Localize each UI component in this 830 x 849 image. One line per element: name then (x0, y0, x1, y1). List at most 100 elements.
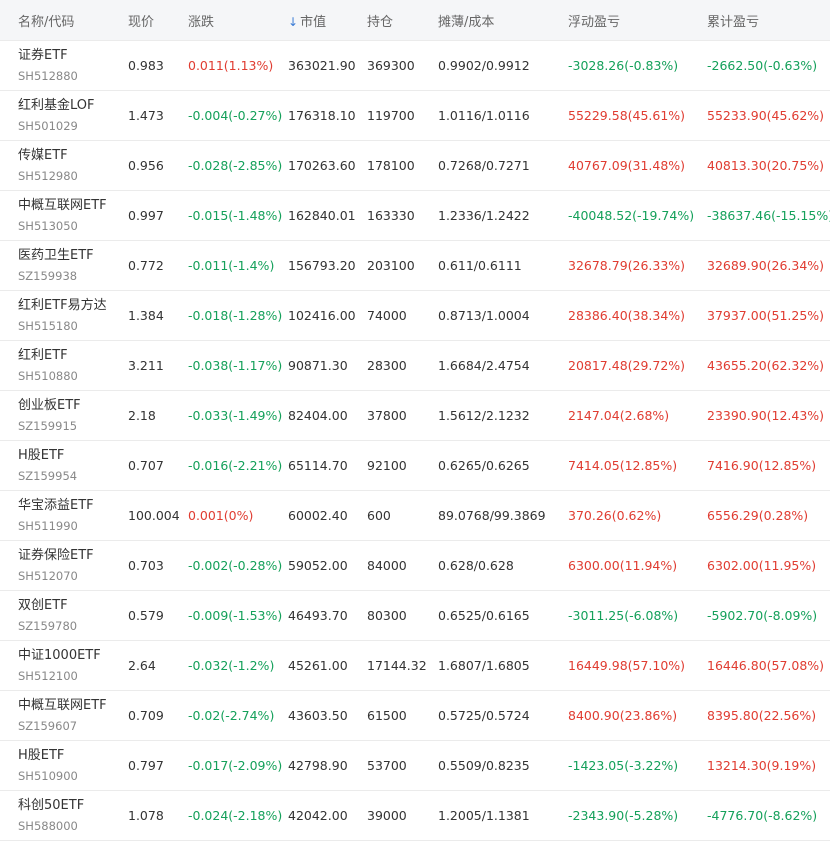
price-cell: 1.078 (128, 808, 164, 823)
table-row[interactable]: 中概互联网ETF SH513050 0.997 -0.015(-1.48%) 16284… (0, 191, 830, 241)
table-row[interactable]: H股ETF SZ159954 0.707 -0.016(-2.21%) 65114.70… (0, 441, 830, 491)
cost-cell: 0.8713/1.0004 (438, 308, 530, 323)
table-row[interactable]: 证券ETF SH512880 0.983 0.011(1.13%) 363021.90 3… (0, 41, 830, 91)
header-floating-pnl[interactable]: 浮动盈亏 (568, 11, 620, 30)
fund-name[interactable]: 华宝添益ETF (18, 497, 110, 515)
fund-name[interactable]: 中概互联网ETF (18, 197, 110, 215)
header-market-value[interactable]: ↓ 市值 (288, 11, 326, 30)
fund-code: SH501029 (18, 119, 78, 133)
name-code-cell: H股ETF SH510900 (0, 747, 110, 784)
header-cost[interactable]: 摊薄/成本 (438, 11, 494, 30)
header-price[interactable]: 现价 (128, 11, 188, 30)
floating-pnl-cell: 20817.48(29.72%) (568, 358, 686, 373)
fund-code: SH511990 (18, 519, 78, 533)
table-row[interactable]: 医药卫生ETF SZ159938 0.772 -0.011(-1.4%) 156793.… (0, 241, 830, 291)
name-code-cell: 红利ETF易方达 SH515180 (0, 297, 110, 334)
name-code-cell: 中概互联网ETF SZ159607 (0, 697, 110, 734)
table-row[interactable]: 传媒ETF SH512980 0.956 -0.028(-2.85%) 170263.6… (0, 141, 830, 191)
table-row[interactable]: 红利ETF SH510880 3.211 -0.038(-1.17%) 90871.30… (0, 341, 830, 391)
fund-name[interactable]: 双创ETF (18, 597, 110, 615)
fund-code: SH588000 (18, 819, 78, 833)
name-code-cell: H股ETF SZ159954 (0, 447, 110, 484)
cumulative-pnl-cell: -4776.70(-8.62%) (707, 808, 818, 823)
market-value-cell: 60002.40 (288, 508, 348, 523)
header-change[interactable]: 涨跌 (188, 11, 214, 30)
sort-down-arrow-icon: ↓ (288, 14, 299, 29)
position-cell: 600 (367, 508, 391, 523)
fund-name[interactable]: 传媒ETF (18, 147, 110, 165)
fund-name[interactable]: H股ETF (18, 447, 110, 465)
fund-name[interactable]: 中证1000ETF (18, 647, 110, 665)
floating-pnl-cell: -2343.90(-5.28%) (568, 808, 679, 823)
floating-pnl-cell: 55229.58(45.61%) (568, 108, 686, 123)
change-cell: -0.028(-2.85%) (188, 158, 283, 173)
table-row[interactable]: 创业板ETF SZ159915 2.18 -0.033(-1.49%) 82404.00… (0, 391, 830, 441)
table-row[interactable]: 红利ETF易方达 SH515180 1.384 -0.018(-1.28%) 10241… (0, 291, 830, 341)
header-name-code[interactable]: 名称/代码 (0, 11, 110, 30)
fund-code: SH513050 (18, 219, 78, 233)
holdings-table: 名称/代码 现价 涨跌 ↓ 市值 持仓 摊薄/成本 浮动盈亏 累计盈亏 证券ETF… (0, 0, 830, 841)
cumulative-pnl-cell: 23390.90(12.43%) (707, 408, 825, 423)
cumulative-pnl-cell: 55233.90(45.62%) (707, 108, 825, 123)
cumulative-pnl-cell: -2662.50(-0.63%) (707, 58, 818, 73)
fund-name[interactable]: 红利ETF (18, 347, 110, 365)
fund-name[interactable]: 科创50ETF (18, 797, 110, 815)
cost-cell: 1.6684/2.4754 (438, 358, 530, 373)
cost-cell: 0.5725/0.5724 (438, 708, 530, 723)
cumulative-pnl-cell: 43655.20(62.32%) (707, 358, 825, 373)
floating-pnl-cell: -3011.25(-6.08%) (568, 608, 679, 623)
fund-name[interactable]: 证券ETF (18, 47, 110, 65)
cost-cell: 0.6265/0.6265 (438, 458, 530, 473)
fund-code: SH512100 (18, 669, 78, 683)
name-code-cell: 证券ETF SH512880 (0, 47, 110, 84)
price-cell: 2.18 (128, 408, 156, 423)
cost-cell: 0.6525/0.6165 (438, 608, 530, 623)
cumulative-pnl-cell: 8395.80(22.56%) (707, 708, 817, 723)
fund-name[interactable]: 红利基金LOF (18, 97, 110, 115)
name-code-cell: 中证1000ETF SH512100 (0, 647, 110, 684)
floating-pnl-cell: -1423.05(-3.22%) (568, 758, 679, 773)
name-code-cell: 创业板ETF SZ159915 (0, 397, 110, 434)
position-cell: 28300 (367, 358, 407, 373)
header-cumulative-pnl[interactable]: 累计盈亏 (707, 11, 759, 30)
table-row[interactable]: 红利基金LOF SH501029 1.473 -0.004(-0.27%) 176318… (0, 91, 830, 141)
table-row[interactable]: 中概互联网ETF SZ159607 0.709 -0.02(-2.74%) 43603.… (0, 691, 830, 741)
position-cell: 17144.32 (367, 658, 427, 673)
cost-cell: 1.2336/1.2422 (438, 208, 530, 223)
market-value-cell: 156793.20 (288, 258, 356, 273)
fund-name[interactable]: 证券保险ETF (18, 547, 110, 565)
header-position[interactable]: 持仓 (367, 11, 393, 30)
table-row[interactable]: 双创ETF SZ159780 0.579 -0.009(-1.53%) 46493.70… (0, 591, 830, 641)
table-row[interactable]: 中证1000ETF SH512100 2.64 -0.032(-1.2%) 45261.… (0, 641, 830, 691)
cost-cell: 0.9902/0.9912 (438, 58, 530, 73)
price-cell: 2.64 (128, 658, 156, 673)
position-cell: 178100 (367, 158, 415, 173)
cost-cell: 0.611/0.6111 (438, 258, 522, 273)
position-cell: 163330 (367, 208, 415, 223)
price-cell: 3.211 (128, 358, 164, 373)
change-cell: -0.038(-1.17%) (188, 358, 283, 373)
cost-cell: 0.5509/0.8235 (438, 758, 530, 773)
position-cell: 37800 (367, 408, 407, 423)
change-cell: -0.009(-1.53%) (188, 608, 283, 623)
fund-name[interactable]: 红利ETF易方达 (18, 297, 110, 315)
market-value-cell: 162840.01 (288, 208, 356, 223)
table-row[interactable]: 证券保险ETF SH512070 0.703 -0.002(-0.28%) 59052.… (0, 541, 830, 591)
change-cell: -0.002(-0.28%) (188, 558, 283, 573)
table-row[interactable]: 科创50ETF SH588000 1.078 -0.024(-2.18%) 42042.… (0, 791, 830, 841)
fund-name[interactable]: 创业板ETF (18, 397, 110, 415)
fund-code: SH510880 (18, 369, 78, 383)
table-row[interactable]: 华宝添益ETF SH511990 100.004 0.001(0%) 60002.40 6… (0, 491, 830, 541)
change-cell: 0.011(1.13%) (188, 58, 274, 73)
floating-pnl-cell: 7414.05(12.85%) (568, 458, 678, 473)
market-value-cell: 42042.00 (288, 808, 348, 823)
market-value-cell: 363021.90 (288, 58, 356, 73)
market-value-cell: 90871.30 (288, 358, 348, 373)
fund-code: SZ159915 (18, 419, 78, 433)
fund-name[interactable]: 中概互联网ETF (18, 697, 110, 715)
table-row[interactable]: H股ETF SH510900 0.797 -0.017(-2.09%) 42798.90… (0, 741, 830, 791)
fund-name[interactable]: 医药卫生ETF (18, 247, 110, 265)
floating-pnl-cell: -3028.26(-0.83%) (568, 58, 679, 73)
floating-pnl-cell: 370.26(0.62%) (568, 508, 662, 523)
fund-name[interactable]: H股ETF (18, 747, 110, 765)
